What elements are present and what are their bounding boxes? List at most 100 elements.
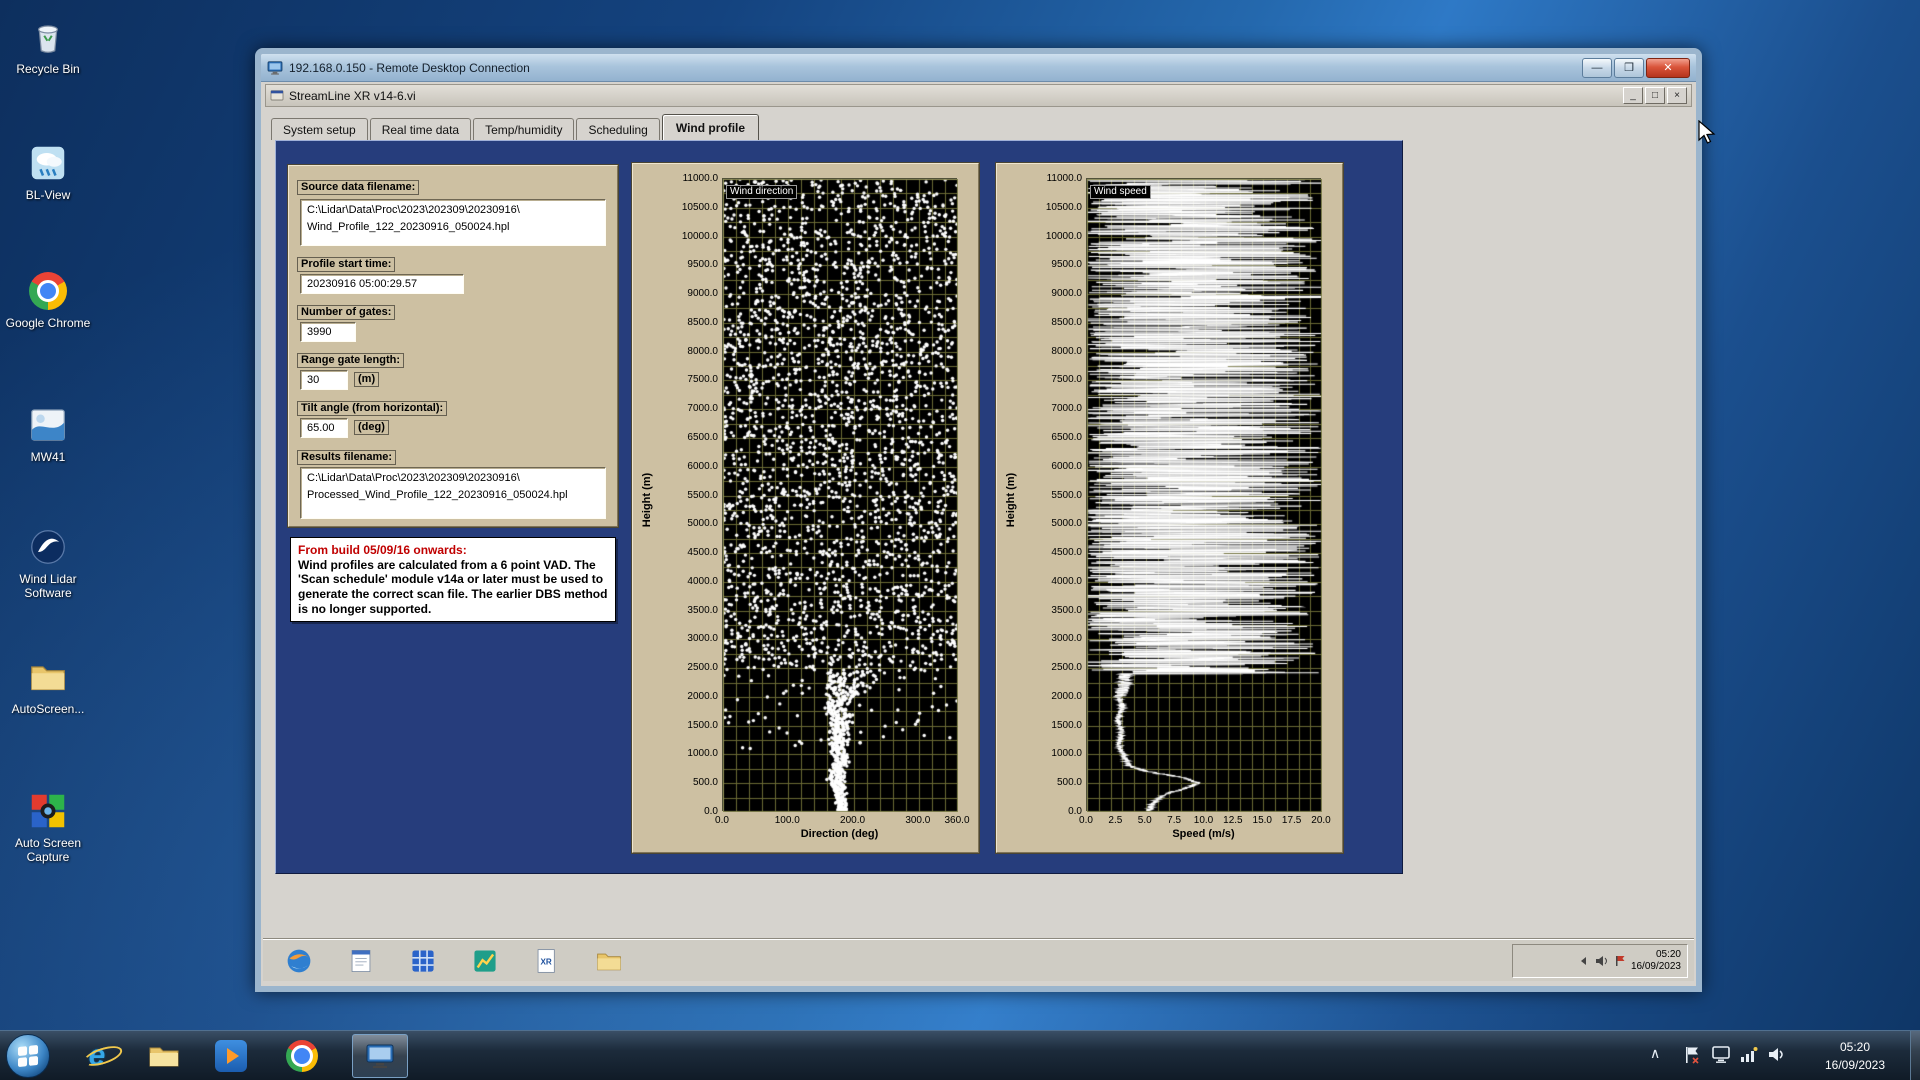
- tray-rdp-icon[interactable]: [1712, 1046, 1730, 1063]
- desktop-icon-wind-lidar[interactable]: Wind Lidar Software: [2, 524, 94, 601]
- y-tick-label: 6000.0: [1051, 460, 1082, 472]
- wind-profile-panel: Source data filename: C:\Lidar\Data\Proc…: [275, 140, 1403, 874]
- desktop-icon-label: AutoScreen...: [11, 702, 85, 716]
- results-filename-field[interactable]: C:\Lidar\Data\Proc\2023\202309\20230916\…: [300, 467, 606, 519]
- speed-plot-area[interactable]: [1086, 178, 1322, 812]
- y-tick-label: 5000.0: [1051, 518, 1082, 530]
- y-tick-label: 0.0: [1068, 806, 1082, 817]
- rdp-minimize-button[interactable]: —: [1582, 57, 1612, 78]
- y-tick-label: 7500.0: [1051, 374, 1082, 386]
- rdp-window-title: 192.168.0.150 - Remote Desktop Connectio…: [289, 60, 530, 75]
- tab-system-setup[interactable]: System setup: [271, 118, 368, 140]
- tray-action-center-icon[interactable]: [1684, 1046, 1700, 1064]
- taskbar-explorer-icon[interactable]: [147, 1039, 181, 1073]
- tab-scheduling[interactable]: Scheduling: [576, 118, 660, 140]
- rdp-titlebar[interactable]: 192.168.0.150 - Remote Desktop Connectio…: [261, 54, 1696, 82]
- x-tick-label: 100.0: [774, 815, 800, 826]
- speed-x-axis-label: Speed (m/s): [1172, 828, 1235, 840]
- desktop-icon-label: MW41: [30, 450, 66, 464]
- y-tick-label: 0.0: [704, 806, 718, 817]
- rdp-close-button[interactable]: ✕: [1646, 57, 1690, 78]
- y-tick-label: 2000.0: [1051, 690, 1082, 702]
- tab-temp-humidity[interactable]: Temp/humidity: [473, 118, 575, 140]
- x-tick-label: 7.5: [1167, 815, 1182, 826]
- show-desktop-button[interactable]: [1910, 1031, 1920, 1080]
- tab-real-time-data[interactable]: Real time data: [369, 118, 472, 140]
- bl-view-icon: [25, 140, 71, 186]
- remote-flag-icon[interactable]: [1614, 955, 1626, 967]
- y-tick-label: 9000.0: [687, 288, 718, 300]
- y-tick-label: 2500.0: [687, 662, 718, 674]
- y-tick-label: 11000.0: [1046, 173, 1082, 184]
- y-tick-label: 10000.0: [681, 230, 718, 242]
- remote-tray-arrow-icon[interactable]: [1578, 955, 1590, 967]
- range-gate-unit-label: (m): [354, 372, 380, 387]
- remote-folder-icon[interactable]: [593, 945, 625, 977]
- taskbar-clock[interactable]: 05:20 16/09/2023: [1812, 1038, 1898, 1074]
- y-tick-label: 6000.0: [687, 460, 718, 472]
- y-tick-label: 2000.0: [687, 690, 718, 702]
- y-tick-label: 6500.0: [1051, 431, 1082, 443]
- build-notice-heading: From build 05/09/16 onwards:: [298, 543, 467, 557]
- tray-network-icon[interactable]: [1740, 1046, 1758, 1063]
- x-tick-label: 200.0: [840, 815, 866, 826]
- desktop-icon-bl-view[interactable]: BL-View: [2, 140, 94, 203]
- y-tick-label: 9500.0: [687, 259, 718, 271]
- tilt-angle-field[interactable]: 65.00: [300, 418, 348, 438]
- x-tick-label: 300.0: [905, 815, 931, 826]
- taskbar-chrome-icon[interactable]: [285, 1039, 319, 1073]
- profile-start-time-label: Profile start time:: [297, 257, 396, 272]
- source-filename-label: Source data filename:: [297, 180, 420, 195]
- number-of-gates-field[interactable]: 3990: [300, 322, 356, 342]
- app-minimize-button[interactable]: _: [1623, 87, 1643, 104]
- build-notice-body: Wind profiles are calculated from a 6 po…: [298, 557, 608, 616]
- app-close-button[interactable]: ×: [1667, 87, 1687, 104]
- start-button[interactable]: [6, 1034, 50, 1078]
- y-tick-label: 2500.0: [1051, 662, 1082, 674]
- x-tick-label: 17.5: [1281, 815, 1302, 826]
- direction-plot-area[interactable]: [722, 178, 958, 812]
- remote-browser-icon[interactable]: [283, 945, 315, 977]
- app-titlebar[interactable]: StreamLine XR v14-6.vi _ □ ×: [265, 84, 1692, 107]
- remote-volume-icon[interactable]: [1595, 955, 1609, 967]
- rdp-maximize-button[interactable]: ❒: [1614, 57, 1644, 78]
- taskbar-rdp-button[interactable]: [352, 1034, 408, 1078]
- desktop-icon-auto-screen-capture[interactable]: Auto Screen Capture: [2, 788, 94, 865]
- remote-clock: 05:20 16/09/2023: [1630, 948, 1681, 973]
- folder-icon: [25, 654, 71, 700]
- range-gate-length-field[interactable]: 30: [300, 370, 348, 390]
- x-tick-label: 15.0: [1252, 815, 1272, 826]
- tray-volume-icon[interactable]: [1768, 1046, 1786, 1063]
- y-tick-label: 1500.0: [1051, 719, 1082, 731]
- desktop-icon-label: Auto Screen Capture: [14, 836, 82, 864]
- tab-wind-profile[interactable]: Wind profile: [661, 114, 760, 140]
- desktop-icon-mw41[interactable]: MW41: [2, 402, 94, 465]
- taskbar-ie-icon[interactable]: e: [80, 1039, 114, 1073]
- remote-taskbar: XR 05:20 16/09/2023: [263, 939, 1694, 981]
- y-tick-label: 3000.0: [687, 633, 718, 645]
- remote-chart-app-icon[interactable]: [469, 945, 501, 977]
- rdp-app-icon: [366, 1044, 394, 1068]
- remote-notepad-icon[interactable]: [345, 945, 377, 977]
- source-filename-field[interactable]: C:\Lidar\Data\Proc\2023\202309\20230916\…: [300, 199, 606, 246]
- remote-grid-app-icon[interactable]: [407, 945, 439, 977]
- taskbar-media-player-icon[interactable]: [214, 1039, 248, 1073]
- tray-hidden-icons-button[interactable]: ∧: [1650, 1045, 1660, 1062]
- y-tick-label: 10500.0: [681, 201, 718, 213]
- tab-strip: System setup Real time data Temp/humidit…: [271, 112, 761, 140]
- remote-xr-doc-icon[interactable]: XR: [531, 945, 563, 977]
- direction-y-axis-label: Height (m): [641, 472, 653, 528]
- desktop-icon-autoscreen[interactable]: AutoScreen...: [2, 654, 94, 717]
- profile-start-time-field[interactable]: 20230916 05:00:29.57: [300, 274, 464, 294]
- y-tick-label: 5500.0: [1051, 489, 1082, 501]
- tilt-angle-label: Tilt angle (from horizontal):: [297, 401, 448, 416]
- desktop-icon-label: Wind Lidar Software: [19, 572, 77, 600]
- desktop-icon-recycle-bin[interactable]: Recycle Bin: [2, 14, 94, 77]
- desktop-icon-google-chrome[interactable]: Google Chrome: [2, 268, 94, 331]
- desktop: Recycle Bin BL-View Google Chrome MW41 W…: [0, 0, 1920, 1080]
- y-tick-label: 4500.0: [687, 547, 718, 559]
- y-tick-label: 5500.0: [687, 489, 718, 501]
- app-restore-button[interactable]: □: [1645, 87, 1665, 104]
- app-window-title: StreamLine XR v14-6.vi: [289, 88, 416, 103]
- auto-screen-capture-icon: [25, 788, 71, 834]
